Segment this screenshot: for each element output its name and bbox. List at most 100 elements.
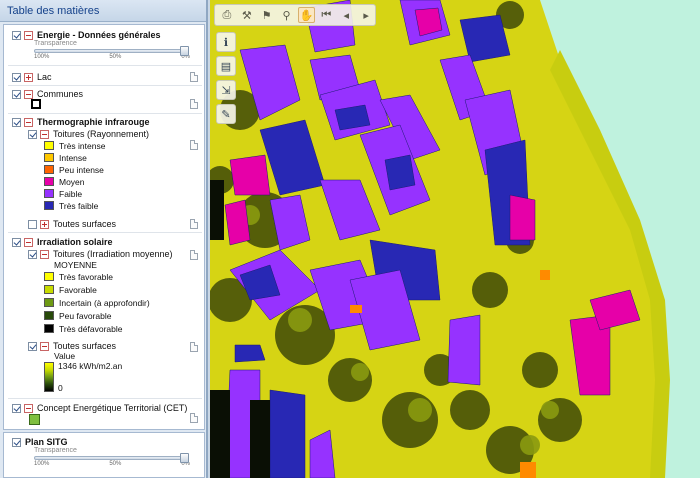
checkbox[interactable]	[12, 30, 21, 40]
layer-tree-base[interactable]: Plan SITG Transparence 100% 50% 0%	[3, 432, 205, 478]
checkbox[interactable]	[12, 237, 21, 247]
legend-label: Très intense	[59, 140, 106, 151]
legend-label: Moyen	[59, 176, 85, 187]
layer-toitures-rayonnement[interactable]: Toitures (Rayonnement)	[28, 128, 149, 140]
divider	[8, 85, 202, 86]
slider-thumb[interactable]	[180, 453, 189, 463]
metadata-icon[interactable]	[190, 72, 198, 82]
legend-swatch	[44, 285, 54, 294]
checkbox[interactable]	[12, 72, 21, 82]
cet-swatch	[29, 414, 40, 425]
measure-icon[interactable]: ⚒	[238, 7, 256, 23]
layer-toitures-irradiation[interactable]: Toitures (Irradiation moyenne)	[28, 248, 173, 260]
map-rendering	[210, 0, 670, 478]
legend-label: Très favorable	[59, 271, 114, 282]
checkbox[interactable]	[28, 249, 37, 259]
print-icon[interactable]: ⎙	[218, 7, 236, 23]
value-max-label: 1346 kWh/m2.an	[58, 361, 123, 371]
slider-ticks: 100% 50% 0%	[34, 461, 190, 467]
collapse-icon[interactable]	[40, 129, 49, 139]
collapse-icon[interactable]	[40, 249, 49, 259]
divider	[8, 113, 202, 114]
collapse-icon[interactable]	[24, 30, 33, 40]
divider	[8, 65, 202, 66]
slider-caption: Transparence	[34, 447, 77, 454]
metadata-icon[interactable]	[190, 342, 198, 352]
metadata-icon[interactable]	[190, 99, 198, 109]
metadata-icon[interactable]	[190, 413, 198, 423]
group-label: Thermographie infrarouge	[37, 117, 150, 127]
checkbox[interactable]	[28, 219, 37, 229]
value-gradient-ramp	[44, 362, 54, 392]
next-icon[interactable]: ▸	[357, 7, 375, 23]
export-icon[interactable]: ⇲	[216, 80, 236, 100]
group-cet[interactable]: Concept Energétique Territorial (CET)	[12, 402, 187, 414]
slider-ticks: 100% 50% 0%	[34, 54, 190, 60]
metadata-icon[interactable]	[190, 250, 198, 260]
legend-swatch	[44, 201, 54, 210]
collapse-icon[interactable]	[40, 341, 49, 351]
group-label: Lac	[37, 72, 52, 82]
value-min-label: 0	[58, 383, 63, 393]
legend-label: Très défavorable	[59, 323, 123, 334]
layer-toutes-surfaces-thermo[interactable]: Toutes surfaces	[28, 218, 116, 230]
checkbox[interactable]	[12, 437, 21, 447]
checkbox[interactable]	[12, 89, 21, 99]
panel-title: Table des matières	[0, 0, 206, 22]
group-irradiation[interactable]: Irradiation solaire	[12, 236, 113, 248]
layer-label: Toitures (Rayonnement)	[53, 129, 150, 139]
expand-icon[interactable]	[24, 72, 33, 82]
print-layout-icon[interactable]: ▤	[216, 56, 236, 76]
layer-label: Toitures (Irradiation moyenne)	[53, 249, 173, 259]
legend-item: Peu favorable	[44, 310, 111, 321]
legend-item: Moyen	[44, 176, 85, 187]
search-icon[interactable]: ⚲	[278, 7, 296, 23]
checkbox[interactable]	[12, 403, 21, 413]
legend-swatch	[44, 324, 54, 333]
checkbox[interactable]	[12, 117, 21, 127]
table-of-contents-panel: Table des matières Energie - Données gén…	[0, 0, 208, 478]
layer-label: Toutes surfaces	[53, 341, 117, 351]
legend-item: Très faible	[44, 200, 98, 211]
collapse-icon[interactable]	[24, 117, 33, 127]
slider-track[interactable]	[34, 453, 189, 463]
group-lac[interactable]: Lac	[12, 71, 52, 83]
group-label: Concept Energétique Territorial (CET)	[37, 403, 188, 413]
group-communes[interactable]: Communes	[12, 88, 83, 100]
group-label: Communes	[37, 89, 84, 99]
first-icon[interactable]: ⏮	[317, 7, 335, 23]
tools-icon[interactable]: ✎	[216, 104, 236, 124]
communes-swatch	[31, 99, 41, 109]
slider-thumb[interactable]	[180, 46, 189, 56]
group-thermographie[interactable]: Thermographie infrarouge	[12, 116, 150, 128]
slider-track[interactable]	[34, 46, 189, 56]
collapse-icon[interactable]	[24, 89, 33, 99]
slider-caption: Transparence	[34, 40, 77, 47]
collapse-icon[interactable]	[24, 403, 33, 413]
group-label: Plan SITG	[25, 437, 68, 447]
legend-item: Favorable	[44, 284, 97, 295]
layer-tree[interactable]: Energie - Données générales Transparence…	[3, 24, 205, 430]
locate-icon[interactable]: ⚑	[258, 7, 276, 23]
metadata-icon[interactable]	[190, 140, 198, 150]
info-icon[interactable]: ℹ	[216, 32, 236, 52]
expand-icon[interactable]	[40, 219, 49, 229]
transparency-slider[interactable]: Transparence 100% 50% 0%	[34, 447, 190, 467]
legend-label: Favorable	[59, 284, 97, 295]
tick-label: 100%	[34, 461, 50, 467]
legend-item: Faible	[44, 188, 82, 199]
legend-item: Intense	[44, 152, 87, 163]
checkbox[interactable]	[28, 129, 37, 139]
collapse-icon[interactable]	[24, 237, 33, 247]
legend-swatch	[44, 311, 54, 320]
legend-item: Très favorable	[44, 271, 113, 282]
transparency-slider[interactable]: Transparence 100% 50% 0%	[34, 40, 190, 60]
map-canvas[interactable]	[210, 0, 700, 478]
prev-icon[interactable]: ◂	[337, 7, 355, 23]
metadata-icon[interactable]	[190, 219, 198, 229]
checkbox[interactable]	[28, 341, 37, 351]
group-label: Irradiation solaire	[37, 237, 113, 247]
legend-label: Peu favorable	[59, 310, 112, 321]
value-title: Value	[54, 351, 76, 361]
pan-hand-icon[interactable]: ✋	[297, 7, 316, 23]
